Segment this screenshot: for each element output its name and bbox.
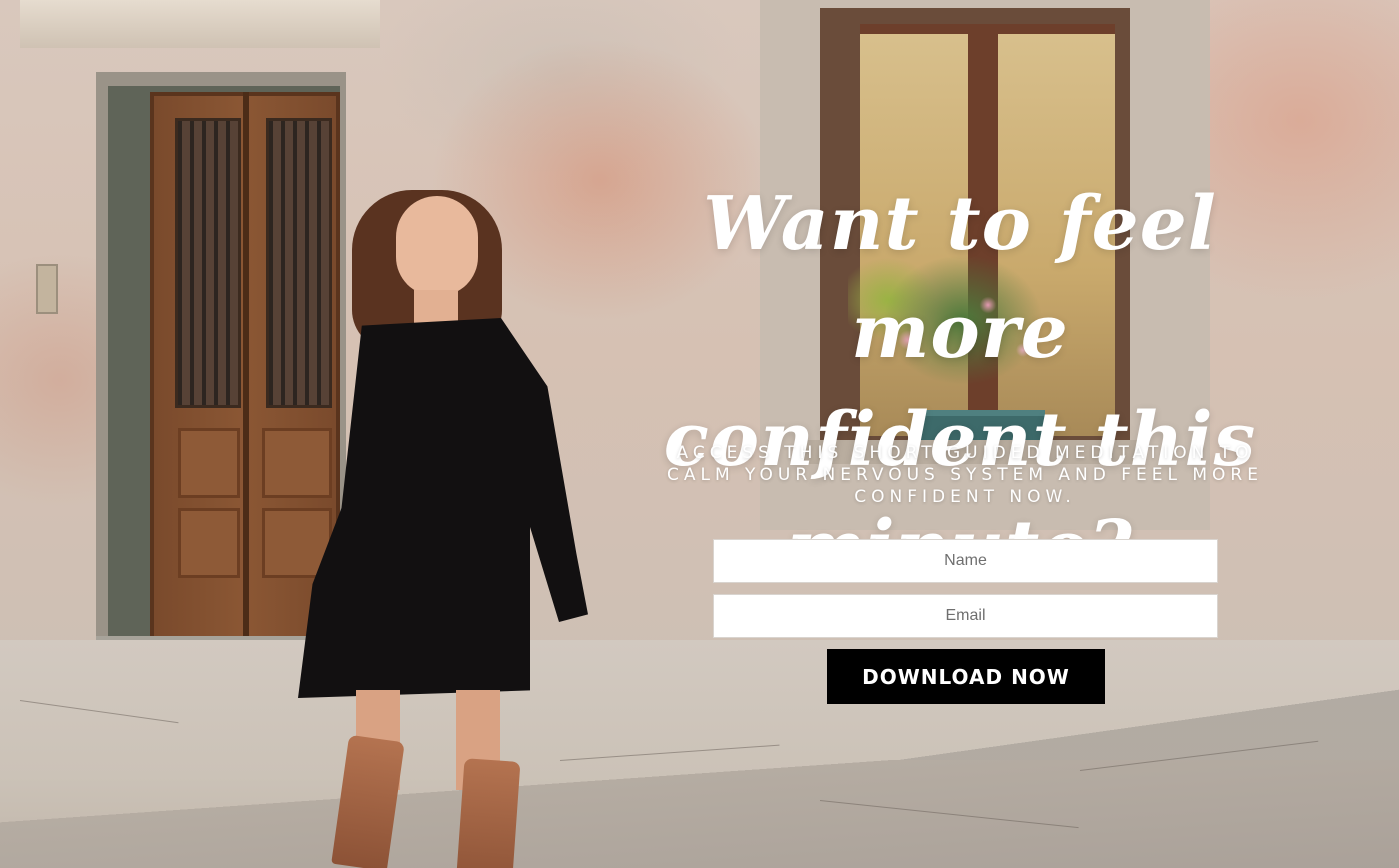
doorbell-plate: [36, 264, 58, 314]
door-panel: [178, 428, 240, 498]
door-lintel: [20, 0, 380, 48]
street-curb: [0, 760, 1399, 868]
door-panel: [178, 508, 240, 578]
door-grille-right: [266, 118, 332, 408]
person-face: [396, 196, 478, 296]
download-now-button[interactable]: DOWNLOAD NOW: [827, 649, 1105, 704]
hero-headline: Want to feel more confident this minute?: [663, 181, 1257, 591]
email-input[interactable]: [713, 594, 1218, 638]
door-panel: [262, 428, 332, 498]
hero-subheadline: ACCESS THIS SHORT GUIDED MEDITATION TO C…: [667, 443, 1263, 507]
door-divider: [243, 92, 249, 647]
door-grille-left: [175, 118, 241, 408]
name-input[interactable]: [713, 539, 1218, 583]
cowboy-boot: [455, 758, 521, 868]
